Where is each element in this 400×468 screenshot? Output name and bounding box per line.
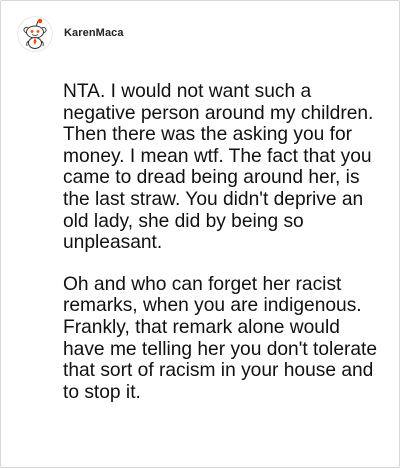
reddit-snoo-avatar-icon[interactable] [17,16,53,52]
comment-card: KarenMaca NTA. I would not want such a n… [0,0,400,468]
comment-header: KarenMaca [17,16,124,52]
comment-paragraph-1: NTA. I would not want such a negative pe… [63,81,374,254]
comment-paragraph-2: Oh and who can forget her racist remarks… [63,273,378,403]
comment-body: NTA. I would not want such a negative pe… [63,81,383,403]
comment-author-name[interactable]: KarenMaca [64,27,124,39]
